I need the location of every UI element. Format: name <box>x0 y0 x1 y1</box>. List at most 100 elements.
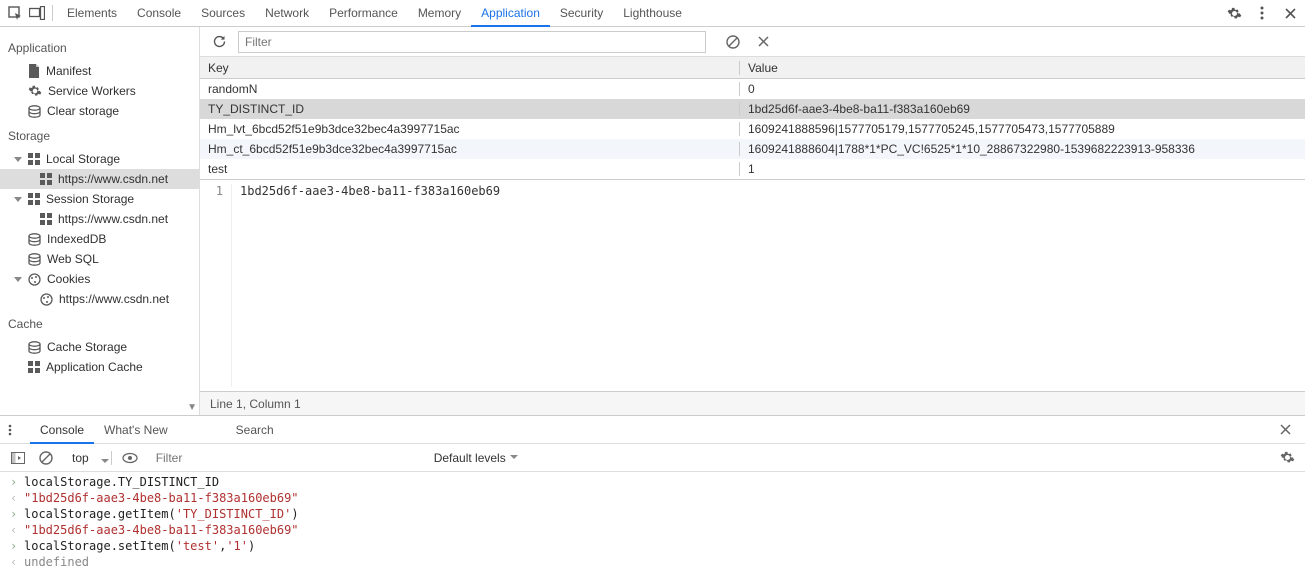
drawer-tabs: ConsoleWhat's New Search <box>0 416 1305 444</box>
db-icon <box>28 341 41 354</box>
input-chevron-icon: › <box>10 475 24 489</box>
drawer-tab-console[interactable]: Console <box>30 416 94 444</box>
sidebar-item-cache-storage[interactable]: Cache Storage <box>0 337 199 357</box>
sidebar-group-storage: Storage <box>0 121 199 149</box>
expand-arrow-icon <box>14 157 22 162</box>
output-chevron-icon: ‹ <box>10 523 24 537</box>
sidebar-item-session-storage[interactable]: Session Storage <box>0 189 199 209</box>
table-row[interactable]: test1 <box>200 159 1305 179</box>
tab-memory[interactable]: Memory <box>408 0 471 27</box>
expand-arrow-icon <box>14 277 22 282</box>
sidebar-label: https://www.csdn.net <box>58 212 168 226</box>
tab-security[interactable]: Security <box>550 0 613 27</box>
storage-table-header: Key Value <box>200 57 1305 79</box>
device-toggle-icon[interactable] <box>26 2 48 24</box>
cell-value: 1609241888604|1788*1*PC_VC!6525*1*10_288… <box>740 142 1305 156</box>
main-tabs: ElementsConsoleSourcesNetworkPerformance… <box>57 0 692 27</box>
console-line: ‹"1bd25d6f-aae3-4be8-ba11-f383a160eb69" <box>0 490 1305 506</box>
gear-icon <box>28 84 42 98</box>
preview-lineno: 1 <box>204 184 232 387</box>
grid-icon <box>28 361 40 373</box>
col-value-header[interactable]: Value <box>740 61 1305 75</box>
sidebar-origin-item[interactable]: https://www.csdn.net <box>0 289 199 309</box>
storage-filter-input[interactable] <box>238 31 706 53</box>
sidebar-item-application-cache[interactable]: Application Cache <box>0 357 199 377</box>
db-icon <box>28 105 41 118</box>
tab-performance[interactable]: Performance <box>319 0 408 27</box>
grid-icon <box>40 213 52 225</box>
refresh-icon[interactable] <box>208 31 230 53</box>
sidebar-item-service-workers[interactable]: Service Workers <box>0 81 199 101</box>
tab-application[interactable]: Application <box>471 0 550 27</box>
sidebar-origin-item[interactable]: https://www.csdn.net <box>0 169 199 189</box>
output-chevron-icon: ‹ <box>10 491 24 505</box>
input-chevron-icon: › <box>10 507 24 521</box>
table-row[interactable]: TY_DISTINCT_ID1bd25d6f-aae3-4be8-ba11-f3… <box>200 99 1305 119</box>
grid-icon <box>28 153 40 165</box>
sidebar-item-cookies[interactable]: Cookies <box>0 269 199 289</box>
gear-icon[interactable] <box>1223 2 1245 24</box>
storage-content: Key Value randomN0TY_DISTINCT_ID1bd25d6f… <box>200 27 1305 415</box>
sidebar-label: Web SQL <box>47 252 99 266</box>
table-row[interactable]: Hm_ct_6bcd52f51e9b3dce32bec4a3997715ac16… <box>200 139 1305 159</box>
console-line-body: undefined <box>24 555 89 569</box>
col-key-header[interactable]: Key <box>200 61 740 75</box>
db-icon <box>28 253 41 266</box>
live-expression-icon[interactable] <box>120 448 140 468</box>
sidebar-label: Local Storage <box>46 152 120 166</box>
tab-console[interactable]: Console <box>127 0 191 27</box>
cookie-icon <box>28 273 41 286</box>
inspect-icon[interactable] <box>4 2 26 24</box>
application-sidebar: ApplicationManifestService WorkersClear … <box>0 27 200 415</box>
console-line: ›localStorage.getItem('TY_DISTINCT_ID') <box>0 506 1305 522</box>
drawer-close-icon[interactable] <box>1274 424 1297 435</box>
sidebar-label: https://www.csdn.net <box>58 172 168 186</box>
scroll-down-arrow[interactable]: ▼ <box>187 402 197 413</box>
status-bar: Line 1, Column 1 <box>200 391 1305 415</box>
drawer-tab-what-s-new[interactable]: What's New <box>94 416 178 444</box>
tab-lighthouse[interactable]: Lighthouse <box>613 0 692 27</box>
sidebar-label: Clear storage <box>47 104 119 118</box>
sidebar-item-indexeddb[interactable]: IndexedDB <box>0 229 199 249</box>
sidebar-item-manifest[interactable]: Manifest <box>0 61 199 81</box>
sidebar-origin-item[interactable]: https://www.csdn.net <box>0 209 199 229</box>
cell-value: 0 <box>740 82 1305 96</box>
separator <box>52 5 53 21</box>
console-sidebar-toggle-icon[interactable] <box>8 448 28 468</box>
log-levels-select[interactable]: Default levels <box>434 451 518 465</box>
drawer-more-icon[interactable] <box>8 424 28 436</box>
console-drawer: ConsoleWhat's New Search top Default leve… <box>0 415 1305 585</box>
devtools-topbar: ElementsConsoleSourcesNetworkPerformance… <box>0 0 1305 27</box>
sidebar-item-local-storage[interactable]: Local Storage <box>0 149 199 169</box>
console-line-body: localStorage.getItem('TY_DISTINCT_ID') <box>24 507 299 521</box>
table-row[interactable]: randomN0 <box>200 79 1305 99</box>
sidebar-label: https://www.csdn.net <box>59 292 169 306</box>
drawer-tab-search[interactable]: Search <box>226 416 284 444</box>
console-line-body: "1bd25d6f-aae3-4be8-ba11-f383a160eb69" <box>24 491 299 505</box>
expand-arrow-icon <box>14 197 22 202</box>
cell-key: randomN <box>200 82 740 96</box>
tab-sources[interactable]: Sources <box>191 0 255 27</box>
tab-elements[interactable]: Elements <box>57 0 127 27</box>
tab-network[interactable]: Network <box>255 0 319 27</box>
file-icon <box>28 64 40 78</box>
console-line: ›localStorage.setItem('test','1') <box>0 538 1305 554</box>
sidebar-item-clear-storage[interactable]: Clear storage <box>0 101 199 121</box>
console-settings-icon[interactable] <box>1277 448 1297 468</box>
cell-key: Hm_lvt_6bcd52f51e9b3dce32bec4a3997715ac <box>200 122 740 136</box>
clear-all-icon[interactable] <box>722 31 744 53</box>
execution-context-select[interactable]: top <box>72 451 103 465</box>
close-icon[interactable] <box>1279 2 1301 24</box>
cell-value: 1bd25d6f-aae3-4be8-ba11-f383a160eb69 <box>740 102 1305 116</box>
table-row[interactable]: Hm_lvt_6bcd52f51e9b3dce32bec4a3997715ac1… <box>200 119 1305 139</box>
value-preview: 1 1bd25d6f-aae3-4be8-ba11-f383a160eb69 <box>200 180 1305 391</box>
delete-selected-icon[interactable] <box>752 31 774 53</box>
console-output[interactable]: ›localStorage.TY_DISTINCT_ID‹"1bd25d6f-a… <box>0 472 1305 585</box>
sidebar-item-web-sql[interactable]: Web SQL <box>0 249 199 269</box>
output-chevron-icon: ‹ <box>10 555 24 569</box>
storage-toolbar <box>200 27 1305 57</box>
console-filter-input[interactable] <box>156 451 426 465</box>
preview-text: 1bd25d6f-aae3-4be8-ba11-f383a160eb69 <box>232 184 500 387</box>
more-icon[interactable] <box>1251 2 1273 24</box>
clear-console-icon[interactable] <box>36 448 56 468</box>
